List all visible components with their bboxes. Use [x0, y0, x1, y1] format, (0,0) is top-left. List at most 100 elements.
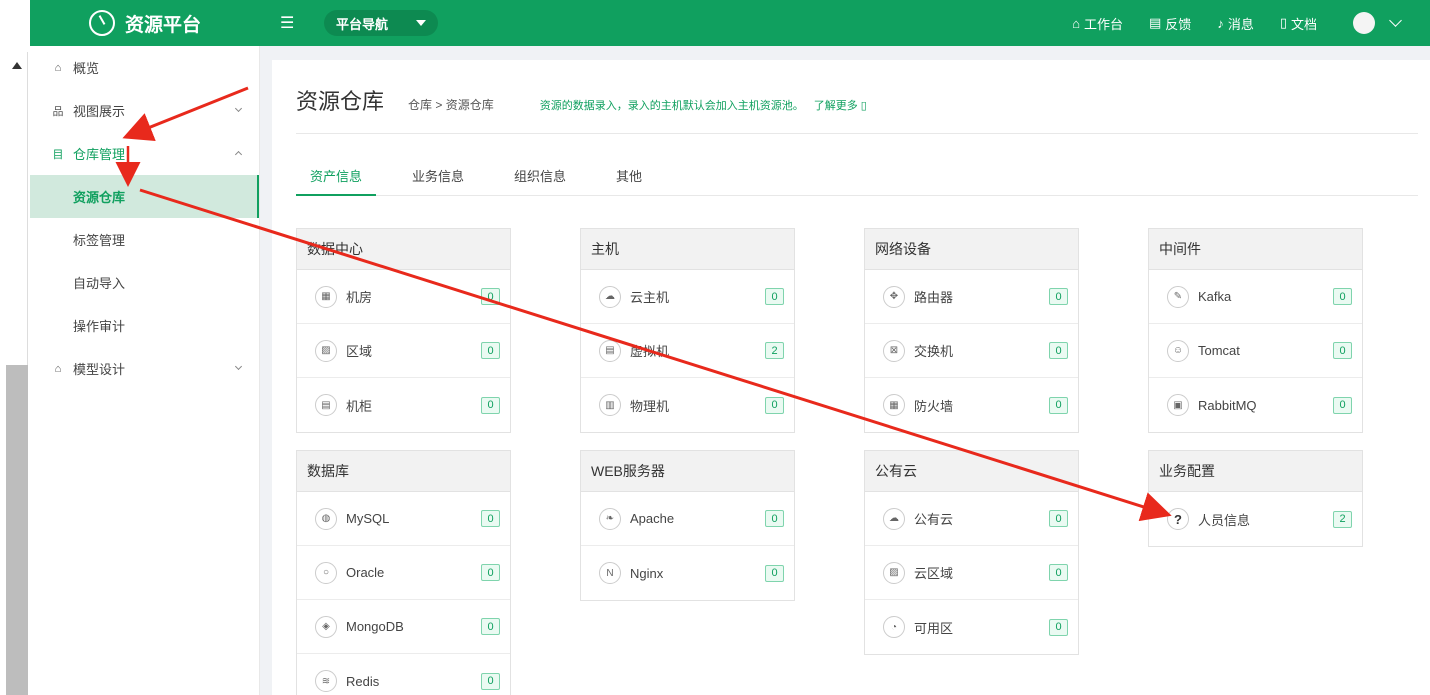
sidebar-item-label: 模型设计 [73, 362, 126, 377]
workbench-link[interactable]: ⌂ 工作台 [1072, 14, 1123, 33]
list-item[interactable]: ☺ Tomcat 0 [1149, 324, 1362, 378]
list-item[interactable]: ✥ 路由器 0 [865, 270, 1078, 324]
list-item[interactable]: ▦ 机房 0 [297, 270, 510, 324]
list-item[interactable]: ○ Oracle 0 [297, 546, 510, 600]
sidebar-subitem-resource[interactable]: 资源仓库 [30, 175, 259, 218]
main-panel: 资源仓库 仓库 > 资源仓库 资源的数据录入，录入的主机默认会加入主机资源池。 … [272, 60, 1430, 695]
count-badge: 0 [481, 672, 500, 690]
list-item[interactable]: ❧ Apache 0 [581, 492, 794, 546]
oracle-icon: ○ [315, 561, 337, 584]
cloud-server-icon: ☁ [599, 285, 621, 308]
card-datacenter: 数据中心 ▦ 机房 0 ▨ 区域 0 ▤ 机柜 0 [296, 228, 511, 433]
card-title: 数据库 [297, 451, 510, 492]
card-title: WEB服务器 [581, 451, 794, 492]
area-icon: ▨ [315, 339, 337, 362]
feedback-label: 反馈 [1165, 16, 1192, 32]
availability-zone-icon: ◔ [883, 616, 905, 638]
home-icon: ⌂ [1072, 15, 1080, 31]
vm-icon: ▤ [599, 339, 621, 362]
count-badge: 0 [1049, 342, 1068, 359]
list-item[interactable]: ✎ Kafka 0 [1149, 270, 1362, 324]
redis-icon: ≋ [315, 670, 337, 692]
item-label: 区域 [346, 344, 373, 359]
sidebar-item-label: 仓库管理 [73, 147, 126, 162]
home-icon: ⌂ [54, 61, 62, 74]
count-badge: 0 [481, 618, 500, 635]
list-item[interactable]: ◍ MySQL 0 [297, 492, 510, 546]
list-item[interactable]: ▥ 物理机 0 [581, 378, 794, 432]
count-badge: 0 [765, 288, 784, 305]
list-item[interactable]: ▤ 机柜 0 [297, 378, 510, 432]
user-avatar[interactable] [1353, 12, 1375, 34]
brand-name: 资源平台 [124, 14, 201, 36]
list-item[interactable]: ⊠ 交换机 0 [865, 324, 1078, 378]
list-item[interactable]: ≋ Redis 0 [297, 654, 510, 695]
item-label: 防火墙 [914, 398, 954, 414]
item-label: Oracle [346, 565, 385, 580]
docs-label: 文档 [1290, 16, 1317, 32]
item-label: 机房 [346, 290, 373, 305]
card-middleware: 中间件 ✎ Kafka 0 ☺ Tomcat 0 ▣ RabbitMQ 0 [1148, 228, 1363, 433]
list-item[interactable]: ▨ 区域 0 [297, 324, 510, 378]
scrollbar-thumb[interactable] [6, 365, 28, 695]
sidebar-subitem-label: 资源仓库 [73, 190, 126, 205]
list-item[interactable]: ▤ 虚拟机 2 [581, 324, 794, 378]
chevron-down-icon [234, 104, 243, 113]
scroll-up-arrow-icon[interactable] [12, 62, 22, 69]
count-badge: 0 [481, 288, 500, 305]
tab-other[interactable]: 其他 [602, 168, 656, 196]
mysql-icon: ◍ [315, 507, 337, 530]
brand-logo[interactable]: 资源平台 [30, 10, 260, 37]
item-label: 物理机 [630, 398, 670, 414]
card-title: 主机 [581, 229, 794, 270]
count-badge: 2 [765, 342, 784, 359]
list-item[interactable]: ▣ RabbitMQ 0 [1149, 378, 1362, 432]
platform-nav-select[interactable]: 平台导航 [324, 10, 439, 36]
item-label: MongoDB [346, 619, 404, 634]
tab-asset-info[interactable]: 资产信息 [296, 168, 377, 196]
list-item[interactable]: ◔ 可用区 0 [865, 600, 1078, 654]
sidebar-item-view[interactable]: 品 视图展示 [30, 89, 259, 132]
list-item[interactable]: ▨ 云区域 0 [865, 546, 1078, 600]
sidebar-item-overview[interactable]: ⌂ 概览 [30, 46, 259, 89]
card-web-server: WEB服务器 ❧ Apache 0 N Nginx 0 [580, 450, 795, 601]
list-item[interactable]: ▦ 防火墙 0 [865, 378, 1078, 432]
item-label: 人员信息 [1198, 512, 1251, 528]
list-item[interactable]: ◈ MongoDB 0 [297, 600, 510, 654]
sidebar-subitem-tags[interactable]: 标签管理 [30, 218, 259, 261]
user-menu-chevron-icon[interactable] [1389, 14, 1402, 27]
tab-business-info[interactable]: 业务信息 [398, 168, 478, 196]
nginx-icon: N [599, 562, 621, 584]
feedback-icon: ▤ [1149, 15, 1162, 30]
list-item[interactable]: ☁ 云主机 0 [581, 270, 794, 324]
item-label: MySQL [346, 511, 390, 526]
sidebar-item-label: 概览 [73, 61, 100, 76]
list-item[interactable]: ? 人员信息 2 [1149, 492, 1362, 546]
feedback-link[interactable]: ▤ 反馈 [1149, 14, 1191, 33]
item-label: RabbitMQ [1198, 397, 1257, 413]
count-badge: 0 [1049, 510, 1068, 527]
card-business-config: 业务配置 ? 人员信息 2 [1148, 450, 1363, 547]
learn-more-link[interactable]: 了解更多 ▯ [814, 97, 867, 113]
sidebar-subitem-label: 自动导入 [73, 276, 126, 291]
item-label: Kafka [1198, 289, 1232, 304]
count-badge: 0 [481, 342, 500, 359]
messages-link[interactable]: ♪ 消息 [1217, 14, 1254, 33]
list-item[interactable]: N Nginx 0 [581, 546, 794, 600]
sidebar-subitem-audit[interactable]: 操作审计 [30, 304, 259, 347]
sidebar-item-warehouse[interactable]: 目 仓库管理 [30, 132, 259, 175]
tab-org-info[interactable]: 组织信息 [500, 168, 580, 196]
item-label: 虚拟机 [630, 344, 670, 359]
sidebar-item-model[interactable]: ⌂ 模型设计 [30, 347, 259, 390]
sidebar-subitem-import[interactable]: 自动导入 [30, 261, 259, 304]
list-item[interactable]: ☁ 公有云 0 [865, 492, 1078, 546]
item-label: Nginx [630, 565, 664, 581]
item-label: Redis [346, 673, 380, 689]
tab-bar: 资产信息 业务信息 组织信息 其他 [296, 168, 1418, 196]
docs-link[interactable]: ▯ 文档 [1280, 14, 1317, 33]
count-badge: 0 [481, 510, 500, 527]
menu-toggle-icon[interactable]: ☰ [280, 13, 310, 33]
count-badge: 0 [1049, 396, 1068, 414]
count-badge: 0 [1333, 396, 1352, 414]
sidebar-subitem-label: 标签管理 [73, 233, 126, 248]
